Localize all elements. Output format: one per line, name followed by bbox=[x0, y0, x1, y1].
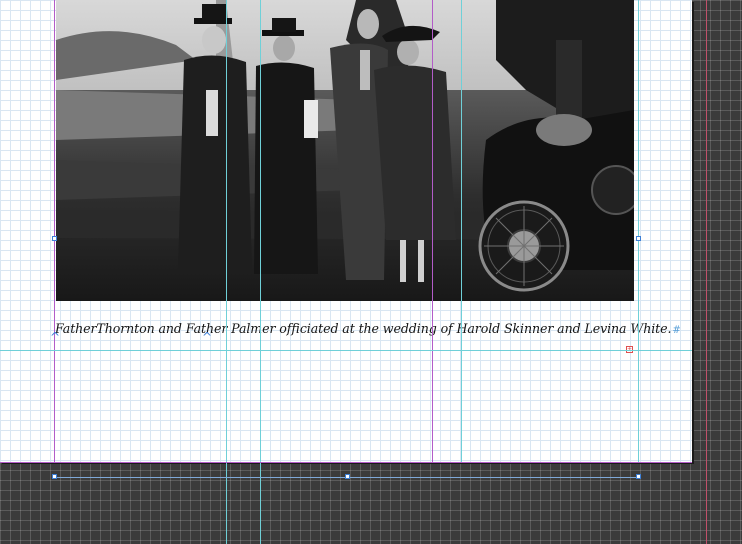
frame-handle-bottom-middle[interactable] bbox=[345, 474, 350, 479]
frame-handle-left-middle[interactable] bbox=[52, 236, 57, 241]
pasteboard: FatherThornton and Father Palmer officia… bbox=[0, 0, 742, 544]
frame-handle-bottom-left[interactable] bbox=[52, 474, 57, 479]
caption-text: FatherThornton and Father Palmer officia… bbox=[55, 321, 672, 336]
ruler-guide-horizontal[interactable] bbox=[0, 350, 692, 351]
frame-handle-right-middle[interactable] bbox=[636, 236, 641, 241]
text-anchor-icon: ^ bbox=[50, 330, 61, 344]
text-anchor-icon: ^ bbox=[202, 330, 213, 344]
margin-guide-right bbox=[638, 0, 639, 462]
paragraph-mark: # bbox=[672, 325, 681, 336]
column-guide bbox=[432, 0, 433, 462]
caption-text-frame[interactable]: FatherThornton and Father Palmer officia… bbox=[55, 321, 681, 336]
bleed-guide-right bbox=[706, 0, 707, 544]
wedding-photo bbox=[56, 0, 634, 301]
margin-guide-bottom bbox=[0, 462, 692, 463]
margin-guide-left bbox=[54, 0, 55, 462]
frame-handle-bottom-right[interactable] bbox=[636, 474, 641, 479]
ruler-guide-vertical[interactable] bbox=[461, 0, 462, 462]
document-page: FatherThornton and Father Palmer officia… bbox=[0, 0, 692, 462]
photo-frame[interactable] bbox=[56, 0, 634, 301]
